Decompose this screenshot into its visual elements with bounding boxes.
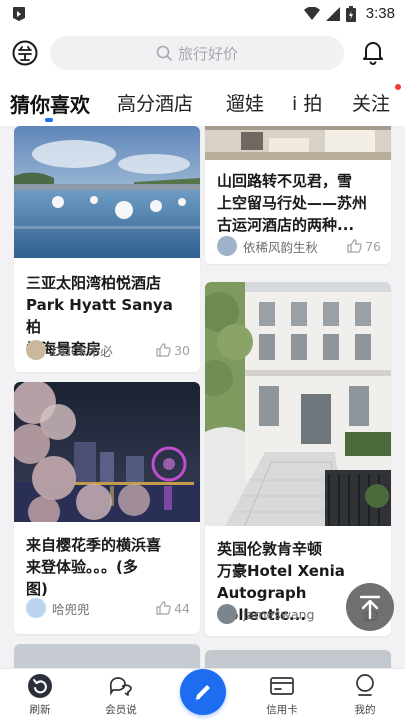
like-button[interactable]: 30 [156, 343, 190, 358]
post-author: 哈兜兜 [52, 601, 90, 617]
post-title: 来自樱花季的横浜喜 来登体验。。。(多 图) [26, 536, 162, 598]
refresh-icon [28, 674, 52, 698]
post-image-hotel-room [205, 126, 391, 160]
nav-refresh[interactable]: 刷新 [10, 673, 70, 717]
thumbs-up-icon [156, 601, 171, 615]
post-image-infinity-pool [14, 126, 200, 258]
post-author: Jameswang [243, 606, 315, 622]
post-meta: 哈兜兜 44 [26, 598, 190, 618]
like-count: 30 [174, 342, 190, 358]
post-title: 山回路转不见君，雪 上空留马行处——苏州 古运河酒店的两种... [217, 172, 368, 234]
search-placeholder: 旅行好价 [177, 44, 238, 63]
post-meta: 依稀风韵生秋 76 [217, 236, 381, 256]
category-tabs: 猜你喜欢 高分酒店 遛娃 i 拍 关注 [0, 78, 405, 126]
post-card[interactable] [205, 650, 391, 668]
chat-bubbles-icon [109, 677, 132, 696]
cellular-signal-icon [325, 6, 340, 21]
like-button[interactable]: 44 [156, 601, 190, 616]
post-card[interactable]: 三亚太阳湾柏悦酒店 Park Hyatt Sanya 柏 悦海景套房 DUCK不… [14, 126, 200, 372]
post-author: DUCK不必 [52, 343, 113, 359]
search-icon [156, 45, 172, 61]
top-header: 旅行好价 [0, 28, 405, 78]
pencil-icon [195, 685, 210, 700]
credit-card-icon [270, 677, 294, 695]
notification-dot [395, 84, 401, 90]
post-image-london-hotel-facade [205, 282, 391, 526]
post-author: 依稀风韵生秋 [243, 239, 319, 255]
bottom-navigation: 刷新 会员说 信用卡 我的 [0, 668, 405, 720]
post-card[interactable]: 来自樱花季的横浜喜 来登体验。。。(多 图) 哈兜兜 44 [14, 382, 200, 634]
bell-icon[interactable] [361, 39, 385, 65]
nav-label: 我的 [354, 704, 376, 716]
search-bar[interactable]: 旅行好价 [50, 36, 344, 70]
post-image-cherry-blossom-night [14, 382, 200, 522]
content-feed[interactable]: 三亚太阳湾柏悦酒店 Park Hyatt Sanya 柏 悦海景套房 DUCK不… [0, 126, 405, 668]
tab-following[interactable]: 关注 [352, 89, 390, 116]
like-count: 76 [365, 238, 381, 254]
nav-label: 信用卡 [266, 704, 298, 716]
post-card[interactable]: 山回路转不见君，雪 上空留马行处——苏州 古运河酒店的两种... 依稀风韵生秋 … [205, 126, 391, 264]
avatar [26, 340, 46, 360]
app-notification-icon [13, 7, 25, 21]
nav-members-say[interactable]: 会员说 [91, 673, 151, 717]
profile-icon [356, 674, 374, 696]
battery-icon [345, 5, 356, 22]
arrow-up-icon [359, 595, 381, 620]
like-count: 44 [174, 600, 190, 616]
wifi-icon [303, 6, 320, 20]
app-logo-icon[interactable] [12, 40, 38, 66]
post-card[interactable] [14, 644, 200, 668]
compose-post-button[interactable] [180, 669, 226, 715]
post-image [205, 650, 391, 668]
status-bar: 3:38 [0, 0, 405, 28]
active-tab-indicator [45, 118, 53, 122]
post-image [14, 644, 200, 668]
nav-label: 会员说 [105, 704, 137, 716]
tab-i-photo[interactable]: i 拍 [292, 89, 322, 116]
like-button[interactable]: 76 [347, 239, 381, 254]
avatar [217, 604, 237, 624]
nav-credit-card[interactable]: 信用卡 [252, 673, 312, 717]
avatar [217, 236, 237, 256]
tab-top-hotels[interactable]: 高分酒店 [117, 89, 193, 116]
thumbs-up-icon [347, 239, 362, 253]
avatar [26, 598, 46, 618]
nav-profile[interactable]: 我的 [335, 673, 395, 717]
post-meta: DUCK不必 30 [26, 340, 190, 360]
tab-guess-you-like[interactable]: 猜你喜欢 [10, 89, 90, 118]
tab-with-kids[interactable]: 遛娃 [226, 89, 264, 116]
nav-label: 刷新 [29, 704, 51, 716]
thumbs-up-icon [156, 343, 171, 357]
status-time: 3:38 [365, 5, 395, 22]
scroll-to-top-button[interactable] [346, 583, 394, 631]
